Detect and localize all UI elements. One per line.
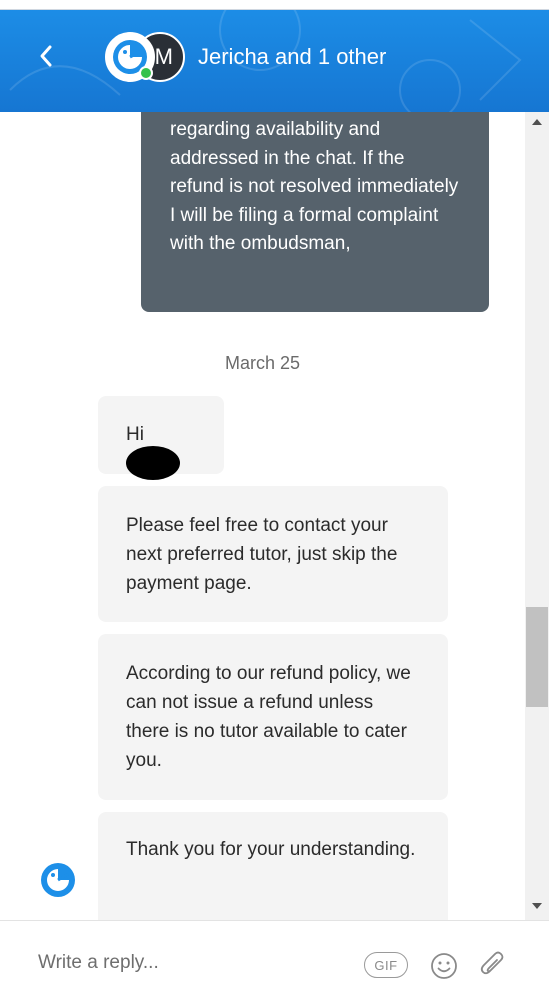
outgoing-message: regarding availability and addressed in … <box>141 112 489 312</box>
scroll-up-button[interactable] <box>525 118 549 132</box>
online-status-indicator <box>139 66 153 80</box>
chat-header: M Jericha and 1 other <box>0 0 549 112</box>
incoming-message: Please feel free to contact your next pr… <box>98 486 448 622</box>
agent-avatar-icon <box>41 863 75 897</box>
gif-button[interactable]: GIF <box>364 952 408 978</box>
redaction-mark <box>126 446 180 480</box>
reply-input[interactable] <box>38 945 338 981</box>
scroll-thumb[interactable] <box>526 607 548 707</box>
scrollbar[interactable] <box>525 112 549 920</box>
paperclip-icon[interactable] <box>478 949 508 981</box>
scroll-down-button[interactable] <box>525 902 549 916</box>
conversation-title[interactable]: Jericha and 1 other <box>198 44 386 70</box>
incoming-message: Hi <box>98 396 224 480</box>
top-strip <box>0 0 549 10</box>
arrow-up-icon <box>532 119 542 125</box>
participants-avatars[interactable]: M <box>105 32 185 82</box>
chevron-left-icon <box>40 45 52 67</box>
incoming-message: According to our refund policy, we can n… <box>98 634 448 800</box>
back-button[interactable] <box>30 40 62 72</box>
arrow-down-icon <box>532 903 542 909</box>
incoming-message: Thank you for your understanding. <box>98 812 448 920</box>
reply-composer: GIF <box>0 920 549 1000</box>
emoji-icon[interactable] <box>429 951 459 981</box>
avatar-initial: M <box>154 44 173 69</box>
message-list: regarding availability and addressed in … <box>0 112 525 920</box>
date-separator: March 25 <box>224 353 301 373</box>
message-text: Hi <box>126 424 144 445</box>
